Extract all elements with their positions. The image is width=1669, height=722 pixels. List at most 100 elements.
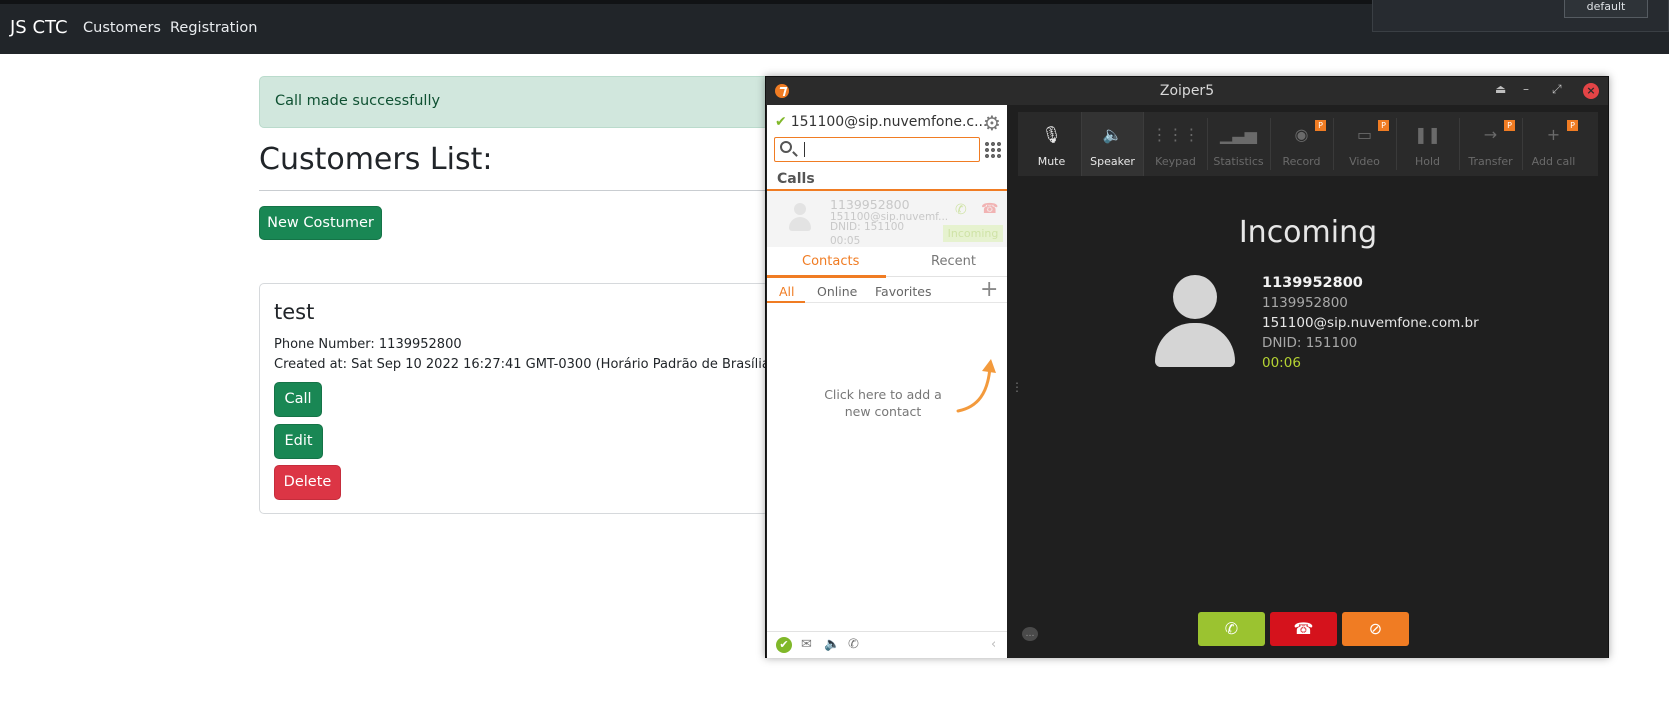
hangup-icon[interactable]: ☎ bbox=[981, 201, 998, 217]
chevron-left-icon[interactable]: ‹ bbox=[991, 637, 996, 652]
status-bar-divider bbox=[767, 631, 1007, 632]
filter-active-indicator bbox=[767, 301, 805, 303]
speaker-icon: 🔈 bbox=[1102, 125, 1123, 144]
account-status[interactable]: ✔ 151100@sip.nuvemfone.c... bbox=[775, 114, 987, 130]
customer-card: test Phone Number: 1139952800 Created at… bbox=[259, 283, 775, 514]
caller-avatar bbox=[1155, 275, 1235, 370]
caller-number-secondary: 1139952800 bbox=[1262, 295, 1348, 311]
new-customer-button[interactable]: New Costumer bbox=[259, 206, 382, 240]
restore-icon[interactable]: ⤢ bbox=[1552, 82, 1562, 97]
zoiper-window-title: Zoiper5 bbox=[1159, 83, 1215, 99]
speaker-button[interactable]: 🔈 Speaker bbox=[1081, 112, 1144, 176]
video-button[interactable]: ▭ P Video bbox=[1333, 112, 1396, 176]
call-item-dnid: DNID: 151100 bbox=[830, 221, 905, 233]
brand-logo[interactable]: JS CTC bbox=[10, 17, 68, 38]
call-status-badge: Incoming bbox=[943, 225, 1003, 242]
mic-off-icon: 🎙 bbox=[1041, 125, 1062, 144]
tab-contacts[interactable]: Contacts bbox=[802, 254, 902, 269]
search-input[interactable] bbox=[774, 137, 980, 162]
text-caret bbox=[804, 142, 805, 157]
premium-badge: P bbox=[1567, 120, 1578, 131]
zoiper-window: Zoiper5 ⏏ – ⤢ × ✔ 151100@sip.nuvemfone.c.… bbox=[765, 76, 1609, 658]
top-navbar: JS CTC Customers Registration default bbox=[0, 0, 1669, 54]
panel-resize-handle[interactable]: ⋮ bbox=[1011, 380, 1023, 394]
minimize-icon[interactable]: – bbox=[1523, 82, 1529, 96]
hold-button[interactable]: ❚❚ Hold bbox=[1396, 112, 1459, 176]
zoiper-titlebar[interactable]: Zoiper5 ⏏ – ⤢ × bbox=[766, 77, 1608, 105]
zoiper-call-panel: 🎙 Mute 🔈 Speaker ⋮⋮⋮ Keypad ▁▃▅ Statisti… bbox=[1008, 105, 1608, 658]
nav-link-registration[interactable]: Registration bbox=[170, 20, 257, 36]
eject-icon[interactable]: ⏏ bbox=[1495, 82, 1506, 96]
keypad-label: Keypad bbox=[1155, 155, 1196, 168]
phone-reject-icon: ⊘ bbox=[1368, 619, 1383, 638]
incoming-title: Incoming bbox=[1238, 215, 1378, 250]
tab-recent[interactable]: Recent bbox=[931, 254, 976, 269]
add-contact-hint-line2: new contact bbox=[844, 404, 922, 419]
filter-all[interactable]: All bbox=[779, 284, 795, 299]
mail-icon[interactable]: ✉ bbox=[801, 637, 812, 652]
mute-button[interactable]: 🎙 Mute bbox=[1020, 112, 1083, 176]
divider bbox=[259, 190, 769, 191]
close-icon[interactable]: × bbox=[1583, 83, 1599, 99]
transfer-label: Transfer bbox=[1468, 155, 1513, 168]
keypad-icon: ⋮⋮⋮ bbox=[1151, 125, 1200, 144]
add-contact-hint[interactable]: Click here to add a new contact bbox=[823, 386, 943, 420]
customer-name: test bbox=[274, 300, 315, 324]
record-button[interactable]: ◉ P Record bbox=[1270, 112, 1333, 176]
stats-icon: ▁▃▅ bbox=[1220, 125, 1257, 144]
customer-phone: Phone Number: 1139952800 bbox=[274, 337, 462, 352]
mute-label: Mute bbox=[1037, 155, 1066, 168]
hangup-call-button[interactable]: ☎ bbox=[1270, 612, 1337, 646]
chat-icon[interactable]: … bbox=[1022, 627, 1038, 641]
speaker-volume-icon[interactable]: 🔈 bbox=[824, 637, 840, 652]
premium-badge: P bbox=[1378, 120, 1389, 131]
phone-hangup-icon: ☎ bbox=[1293, 619, 1314, 638]
call-item-time: 00:05 bbox=[830, 235, 861, 247]
transfer-button[interactable]: → P Transfer bbox=[1459, 112, 1522, 176]
avatar bbox=[787, 203, 813, 233]
curved-arrow-icon bbox=[956, 359, 996, 413]
premium-badge: P bbox=[1315, 120, 1326, 131]
video-label: Video bbox=[1349, 155, 1380, 168]
online-status-icon[interactable]: ✔ bbox=[776, 637, 792, 653]
edit-button[interactable]: Edit bbox=[274, 424, 323, 459]
zoiper-sidebar: ✔ 151100@sip.nuvemfone.c... ⚙ Calls 11399… bbox=[767, 105, 1007, 658]
delete-button[interactable]: Delete bbox=[274, 465, 341, 500]
call-toolbar: 🎙 Mute 🔈 Speaker ⋮⋮⋮ Keypad ▁▃▅ Statisti… bbox=[1018, 112, 1598, 176]
caller-sip-address: 151100@sip.nuvemfone.com.br bbox=[1262, 315, 1479, 331]
phone-answer-icon: ✆ bbox=[1224, 619, 1239, 638]
registered-check-icon: ✔ bbox=[775, 114, 787, 130]
add-contact-plus-icon[interactable]: + bbox=[980, 277, 998, 302]
speaker-label: Speaker bbox=[1090, 155, 1135, 168]
profile-default-button[interactable]: default bbox=[1564, 0, 1648, 18]
add-call-button[interactable]: + P Add call bbox=[1522, 112, 1585, 176]
reject-call-button[interactable]: ⊘ bbox=[1342, 612, 1409, 646]
phone-settings-icon[interactable]: ✆ bbox=[848, 637, 859, 652]
success-alert: Call made successfully bbox=[259, 76, 769, 128]
account-label: 151100@sip.nuvemfone.c... bbox=[790, 114, 988, 130]
customer-created-at: Created at: Sat Sep 10 2022 16:27:41 GMT… bbox=[274, 357, 775, 372]
pause-icon: ❚❚ bbox=[1414, 125, 1441, 144]
record-label: Record bbox=[1282, 155, 1321, 168]
call-item-number: 1139952800 bbox=[830, 197, 910, 212]
search-icon bbox=[780, 141, 792, 153]
answer-icon[interactable]: ✆ bbox=[955, 202, 967, 218]
nav-link-customers[interactable]: Customers bbox=[83, 20, 161, 36]
gear-icon[interactable]: ⚙ bbox=[983, 111, 1001, 135]
calls-header: Calls bbox=[777, 171, 815, 187]
caller-dnid: DNID: 151100 bbox=[1262, 335, 1358, 351]
tab-active-indicator bbox=[767, 275, 886, 278]
keypad-button[interactable]: ⋮⋮⋮ Keypad bbox=[1144, 112, 1207, 176]
statistics-button[interactable]: ▁▃▅ Statistics bbox=[1207, 112, 1270, 176]
dialpad-icon[interactable] bbox=[984, 141, 1002, 159]
call-button[interactable]: Call bbox=[274, 382, 322, 417]
premium-badge: P bbox=[1504, 120, 1515, 131]
answer-call-button[interactable]: ✆ bbox=[1198, 612, 1265, 646]
statistics-label: Statistics bbox=[1213, 155, 1264, 168]
alert-text: Call made successfully bbox=[275, 93, 441, 109]
page-title: Customers List: bbox=[259, 142, 493, 177]
filter-online[interactable]: Online bbox=[817, 284, 857, 299]
filter-favorites[interactable]: Favorites bbox=[875, 284, 931, 299]
add-contact-hint-line1: Click here to add a bbox=[824, 387, 942, 402]
call-list-item[interactable]: 1139952800 151100@sip.nuvemf... DNID: 15… bbox=[767, 191, 1007, 247]
